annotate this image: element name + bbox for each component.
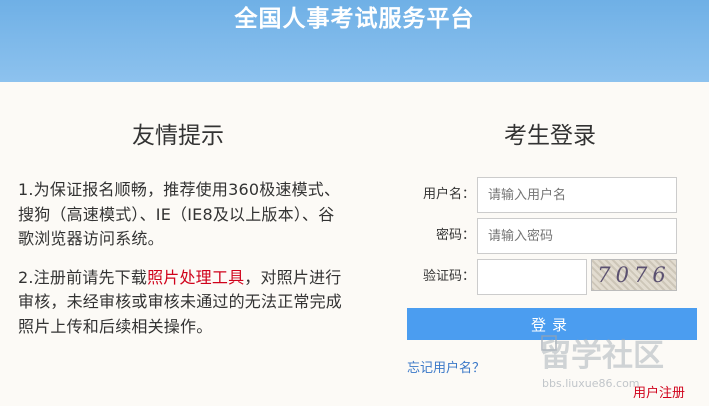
watermark-url: bbs.liuxue86.com [542, 377, 640, 390]
captcha-image[interactable]: 7076 [591, 259, 677, 291]
login-panel: 考生登录 用户名： 密码： 验证码： 7076 登录 忘记用户名？ 用户注册 [405, 116, 709, 401]
site-title: 全国人事考试服务平台 [234, 6, 475, 32]
captcha-text: 7076 [597, 263, 671, 287]
password-label: 密码： [435, 228, 475, 243]
captcha-input[interactable] [477, 259, 587, 295]
captcha-label: 验证码： [422, 269, 475, 284]
tip-item-photo-prefix: 2.注册前请先下载 [18, 267, 148, 287]
password-input[interactable] [477, 218, 677, 254]
tips-title: 友情提示 [132, 123, 224, 149]
username-label: 用户名： [422, 187, 475, 202]
tips-panel: 友情提示 1.为保证报名顺畅，推荐使用360极速模式、搜狗（高速模式）、IE（I… [18, 116, 348, 339]
login-title: 考生登录 [504, 123, 596, 149]
tip-item-photo: 2.注册前请先下载照片处理工具，对照片进行审核，未经审核或审核未通过的无法正常完… [18, 266, 348, 340]
site-watermark: 留学社区 bbs.liuxue86.com [540, 335, 664, 390]
page-header: 全国人事考试服务平台 [0, 0, 709, 82]
photo-tool-link[interactable]: 照片处理工具 [147, 268, 244, 287]
forgot-username-link[interactable]: 忘记用户名？ [407, 357, 485, 376]
username-input[interactable] [477, 177, 677, 213]
watermark-text: 留学社区 [540, 338, 664, 374]
tip-item-browser: 1.为保证报名顺畅，推荐使用360极速模式、搜狗（高速模式）、IE（IE8及以上… [18, 180, 341, 248]
